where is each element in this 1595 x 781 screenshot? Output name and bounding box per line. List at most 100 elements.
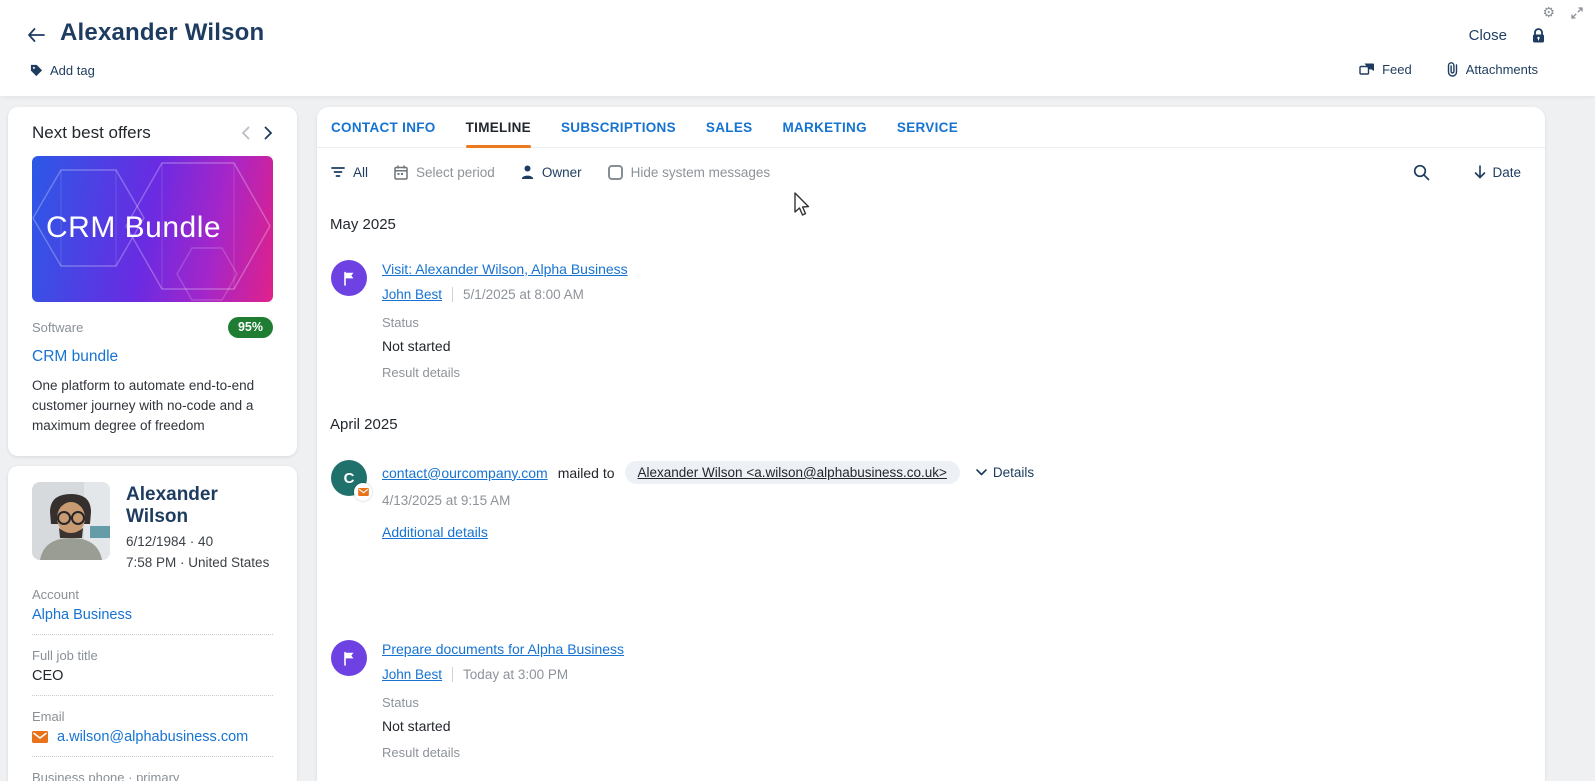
result-details-label: Result details [382,745,624,760]
offer-banner[interactable]: CRM Bundle [32,156,273,302]
expand-icon[interactable] [1571,7,1583,19]
arrow-down-icon [1474,165,1486,179]
filter-all-label: All [353,165,368,180]
calendar-icon [394,165,408,180]
tab-service[interactable]: SERVICE [897,107,958,147]
select-period-label: Select period [416,165,495,180]
person-icon [521,165,534,179]
owner-link[interactable]: John Best [382,667,442,682]
filter-funnel-icon [331,166,345,179]
details-button[interactable]: Details [976,465,1034,480]
offer-banner-title: CRM Bundle [46,211,221,245]
window-controls: ⚙ [1542,4,1583,21]
task-title-link[interactable]: Prepare documents for Alpha Business [382,641,624,657]
feed-label: Feed [1382,62,1412,77]
tab-subscriptions[interactable]: SUBSCRIPTIONS [561,107,676,147]
tab-bar: CONTACT INFO TIMELINE SUBSCRIPTIONS SALE… [317,107,1545,148]
hide-system-checkbox[interactable] [608,165,623,180]
page-title: Alexander Wilson [60,19,264,47]
envelope-icon [32,731,48,743]
feed-icon [1359,62,1375,77]
add-tag-button[interactable]: Add tag [30,63,95,78]
lock-icon[interactable] [1530,27,1547,44]
mail-recipient-pill[interactable]: Alexander Wilson <a.wilson@alphabusiness… [625,461,960,484]
email-sender-avatar: C [331,460,367,496]
feed-button[interactable]: Feed [1359,61,1412,77]
main-panel: CONTACT INFO TIMELINE SUBSCRIPTIONS SALE… [317,107,1545,781]
mail-from-link[interactable]: contact@ourcompany.com [382,465,548,481]
details-label: Details [993,465,1034,480]
result-details-label: Result details [382,365,628,380]
additional-details-link[interactable]: Additional details [382,524,488,540]
divider [32,634,273,635]
tag-icon [30,64,43,77]
tab-sales[interactable]: SALES [706,107,753,147]
timeline-filter-bar: All Select period Owner Hide system mess… [317,148,1545,196]
email-row[interactable]: a.wilson@alphabusiness.com [32,729,273,745]
left-sidebar: Next best offers CRM Bundle [8,107,297,781]
timeline-entry-visit: Visit: Alexander Wilson, Alpha Business … [330,260,1521,380]
select-period-button[interactable]: Select period [394,165,495,180]
email-badge [354,483,372,501]
tab-contact-info[interactable]: CONTACT INFO [331,107,436,147]
status-label: Status [382,695,624,710]
contact-name: Alexander Wilson [126,484,273,528]
paperclip-icon [1446,61,1459,77]
chevron-down-icon [976,469,987,476]
avatar-letter: C [344,470,355,487]
back-button[interactable] [26,26,46,44]
offer-description: One platform to automate end-to-end cust… [32,376,273,436]
email-value[interactable]: a.wilson@alphabusiness.com [57,729,248,745]
offers-next-icon[interactable] [264,126,273,140]
add-tag-label: Add tag [50,63,95,78]
offers-prev-icon[interactable] [241,126,250,140]
timeline-list: May 2025 Visit: Alexander Wilson, Alpha … [317,216,1545,781]
attachments-button[interactable]: Attachments [1446,61,1538,77]
owner-link[interactable]: John Best [382,287,442,302]
hide-system-label: Hide system messages [631,165,771,180]
filter-all-button[interactable]: All [331,165,368,180]
next-best-offers-card: Next best offers CRM Bundle [8,107,297,456]
visit-flag-avatar [331,260,367,296]
timeline-group-may-2025: May 2025 [330,216,1521,233]
divider [32,756,273,757]
envelope-icon [358,488,369,496]
header-actions: Feed Attachments [1359,61,1538,77]
mail-date: 4/13/2025 at 9:15 AM [382,493,1034,508]
flag-icon [342,271,356,286]
status-value: Not started [382,338,628,354]
mailed-to-text: mailed to [558,465,615,481]
tab-timeline[interactable]: TIMELINE [466,107,531,147]
owner-filter-button[interactable]: Owner [521,165,582,180]
contact-birthdate-age: 6/12/1984 · 40 [126,534,273,549]
visit-title-link[interactable]: Visit: Alexander Wilson, Alpha Business [382,261,628,277]
tab-marketing[interactable]: MARKETING [782,107,866,147]
hide-system-messages-toggle[interactable]: Hide system messages [608,165,771,180]
status-value: Not started [382,718,624,734]
offers-title: Next best offers [32,123,151,143]
offer-category: Software [32,320,83,335]
entry-date: Today at 3:00 PM [463,667,568,682]
status-label: Status [382,315,628,330]
account-link[interactable]: Alpha Business [32,607,273,623]
page-header: ⚙ Alexander Wilson Close Add tag [0,0,1595,96]
sort-by-date-button[interactable]: Date [1474,165,1521,180]
email-label: Email [32,709,273,724]
job-title-label: Full job title [32,648,273,663]
timeline-entry-task: Prepare documents for Alpha Business Joh… [330,640,1521,760]
contact-profile-card: Alexander Wilson 6/12/1984 · 40 7:58 PM … [8,466,297,781]
business-phone-label: Business phone · primary [32,770,273,781]
contact-avatar[interactable] [32,482,110,560]
flag-icon [342,651,356,666]
account-label: Account [32,587,273,602]
timeline-entry-email-out: C contact@ourcompany.com mailed to Alexa… [330,460,1521,542]
search-icon[interactable] [1413,164,1430,181]
offer-link[interactable]: CRM bundle [32,348,273,366]
entry-date: 5/1/2025 at 8:00 AM [463,287,584,302]
attachments-label: Attachments [1466,62,1538,77]
offer-match-badge: 95% [228,317,273,338]
close-button[interactable]: Close [1469,27,1507,44]
divider [32,695,273,696]
settings-gear-icon[interactable]: ⚙ [1542,4,1555,21]
contact-time-location: 7:58 PM · United States [126,555,273,570]
